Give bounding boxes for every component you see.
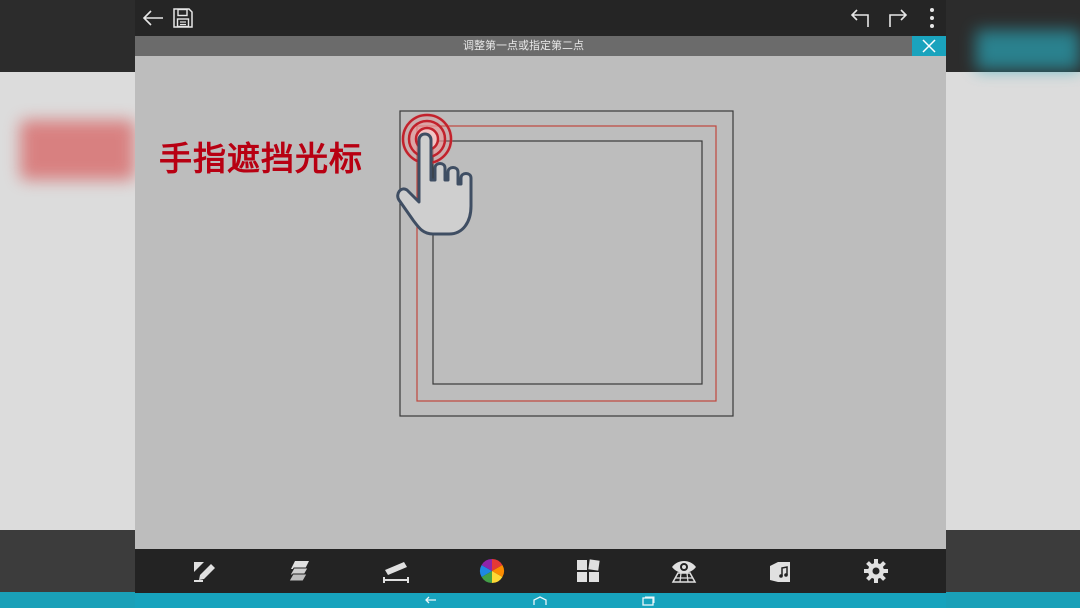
view-eye-icon [671, 561, 697, 583]
draw-pencil-icon [194, 562, 215, 582]
nav-back-icon [425, 596, 436, 604]
nav-recent-icon [642, 596, 655, 606]
blocks-icon [577, 559, 600, 582]
save-icon [173, 8, 193, 28]
prompt-close-button[interactable] [912, 36, 946, 56]
nav-home-icon [533, 596, 547, 605]
layers-icon [288, 561, 309, 582]
library-icon [770, 562, 790, 582]
system-nav-bar [135, 593, 946, 608]
redo-button[interactable] [879, 0, 915, 36]
save-button[interactable] [165, 0, 201, 36]
undo-icon [850, 9, 869, 27]
bottom-toolbar [135, 549, 946, 593]
nav-back-button[interactable] [424, 596, 440, 606]
draw-tool-button[interactable] [186, 555, 222, 587]
outer-rectangle [399, 110, 734, 417]
layers-tool-button[interactable] [282, 555, 318, 587]
settings-tool-button[interactable] [858, 555, 894, 587]
close-icon [922, 39, 936, 53]
drawing-canvas[interactable]: 手指遮挡光标 [135, 56, 946, 549]
measure-ruler-icon [383, 562, 409, 583]
backdrop-blur [976, 30, 1080, 70]
color-wheel-icon [479, 559, 505, 583]
nav-recent-button[interactable] [640, 596, 656, 606]
backdrop-left [0, 0, 135, 608]
undo-button[interactable] [843, 0, 879, 36]
more-vertical-icon [930, 8, 934, 28]
annotation-label: 手指遮挡光标 [159, 139, 363, 178]
backdrop-blur [20, 120, 135, 180]
drawing-surface [396, 110, 734, 417]
inner-rectangle [432, 140, 703, 385]
top-toolbar [135, 0, 946, 36]
library-tool-button[interactable] [762, 555, 798, 587]
settings-gear-icon [864, 559, 888, 583]
view-tool-button[interactable] [666, 555, 702, 587]
prompt-text: 调整第一点或指定第二点 [463, 39, 584, 52]
prompt-bar: 调整第一点或指定第二点 [135, 36, 946, 56]
blocks-tool-button[interactable] [570, 555, 606, 587]
arrow-left-icon [142, 10, 163, 26]
color-tool-button[interactable] [474, 555, 510, 587]
app-window: 调整第一点或指定第二点 手指遮挡光标 [135, 0, 946, 608]
redo-icon [889, 9, 908, 27]
offset-rectangle [416, 125, 717, 402]
more-button[interactable] [918, 0, 946, 36]
measure-tool-button[interactable] [378, 555, 414, 587]
nav-home-button[interactable] [532, 596, 548, 606]
backdrop-right [946, 0, 1080, 608]
